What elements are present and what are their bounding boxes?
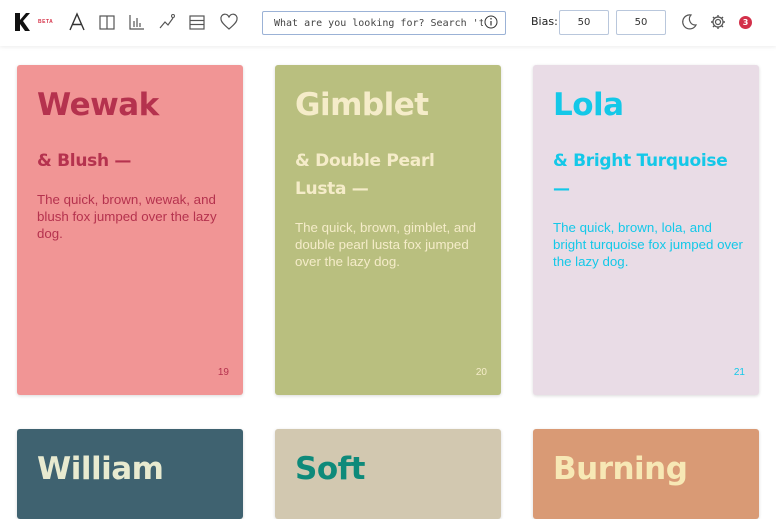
heart-icon[interactable] bbox=[219, 12, 239, 32]
card-title: Lola bbox=[553, 87, 624, 123]
card-title: William bbox=[37, 451, 164, 487]
notification-badge[interactable]: 3 bbox=[739, 16, 752, 29]
color-card[interactable]: Soft bbox=[275, 429, 501, 519]
card-subtitle: & Blush — bbox=[37, 151, 132, 171]
bias-label: Bias: bbox=[531, 15, 558, 28]
search-input[interactable] bbox=[262, 11, 506, 35]
card-title: Wewak bbox=[37, 87, 159, 123]
card-title: Soft bbox=[295, 451, 365, 487]
bias-right-input[interactable] bbox=[616, 10, 666, 35]
card-body: The quick, brown, lola, and bright turqu… bbox=[553, 220, 743, 269]
gear-icon[interactable] bbox=[708, 12, 728, 32]
color-card[interactable]: William bbox=[17, 429, 243, 519]
moon-icon[interactable] bbox=[679, 12, 699, 32]
info-icon[interactable] bbox=[484, 15, 498, 29]
card-number: 19 bbox=[217, 367, 229, 378]
bias-left-input[interactable] bbox=[559, 10, 609, 35]
line-chart-icon[interactable] bbox=[157, 12, 177, 32]
card-subtitle: & Double Pearl Lusta — bbox=[295, 151, 435, 199]
card-title: Burning bbox=[553, 451, 688, 487]
beta-badge: BETA bbox=[38, 19, 54, 25]
list-icon[interactable] bbox=[187, 12, 207, 32]
card-number: 20 bbox=[475, 367, 487, 378]
card-title: Gimblet bbox=[295, 87, 429, 123]
card-body: The quick, brown, gimblet, and double pe… bbox=[295, 220, 477, 269]
logo[interactable]: BETA bbox=[14, 12, 58, 34]
card-body: The quick, brown, wewak, and blush fox j… bbox=[37, 192, 217, 241]
card-number: 21 bbox=[733, 367, 745, 378]
color-card[interactable]: Lola & Bright Turquoise — The quick, bro… bbox=[533, 65, 759, 395]
color-card[interactable]: Gimblet & Double Pearl Lusta — The quick… bbox=[275, 65, 501, 395]
color-card[interactable]: Burning bbox=[533, 429, 759, 519]
typography-icon[interactable] bbox=[67, 12, 87, 32]
k-logo-icon bbox=[15, 13, 30, 31]
color-card[interactable]: Wewak & Blush — The quick, brown, wewak,… bbox=[17, 65, 243, 395]
card-subtitle: & Bright Turquoise — bbox=[553, 151, 728, 199]
columns-icon[interactable] bbox=[97, 12, 117, 32]
bar-chart-icon[interactable] bbox=[127, 12, 147, 32]
top-toolbar: BETA Bias: 3 bbox=[0, 0, 776, 46]
